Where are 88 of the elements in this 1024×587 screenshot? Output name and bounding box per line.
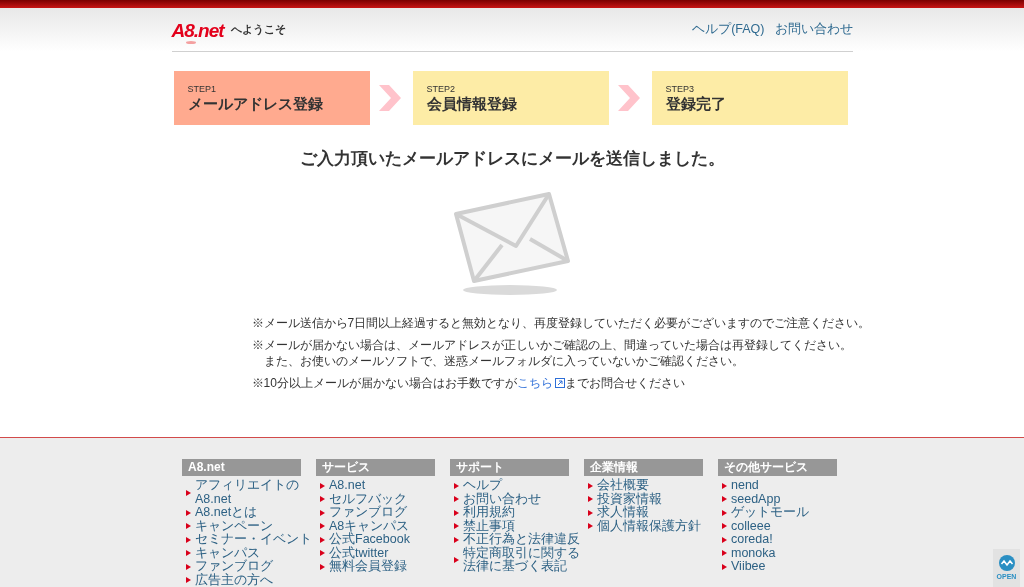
footer-link[interactable]: 会社概要 — [597, 479, 716, 493]
triangle-bullet-icon — [722, 523, 727, 530]
triangle-bullet-icon — [454, 509, 459, 516]
header-link[interactable]: ヘルプ(FAQ) — [692, 21, 765, 38]
footer-link[interactable]: monoka — [731, 546, 850, 560]
footer-link[interactable]: A8.netとは — [195, 506, 314, 520]
triangle-bullet-icon — [186, 489, 191, 496]
triangle-bullet-icon — [588, 509, 593, 516]
logo[interactable]: A8.net — [171, 19, 226, 44]
triangle-bullet-icon — [320, 523, 325, 530]
triangle-bullet-icon — [454, 557, 459, 563]
triangle-bullet-icon — [320, 496, 325, 503]
step-label: STEP2 — [426, 84, 456, 95]
triangle-bullet-icon — [186, 577, 191, 584]
triangle-bullet-icon — [320, 563, 325, 570]
footer-link[interactable]: 禁止事項 — [463, 519, 582, 533]
footer-link[interactable]: お問い合わせ — [463, 492, 582, 506]
footer-link[interactable]: 求人情報 — [597, 506, 716, 520]
triangle-bullet-icon — [454, 536, 459, 543]
footer-link[interactable]: nend — [731, 479, 850, 493]
footer-heading: A8.net — [182, 459, 301, 476]
chevron-icon — [617, 85, 640, 111]
footer-link[interactable]: キャンパス — [195, 546, 314, 560]
triangle-bullet-icon — [320, 482, 325, 489]
step-title: メールアドレス登録 — [187, 95, 324, 113]
note-text: また、お使いのメールソフトで、迷惑メールフォルダに入っていないかご確認ください。 — [262, 353, 744, 369]
triangle-bullet-icon — [722, 563, 727, 570]
step-label: STEP1 — [187, 84, 217, 95]
envelope-icon — [452, 189, 572, 297]
footer-link[interactable]: 無料会員登録 — [329, 560, 448, 574]
footer-link[interactable]: 広告主の方へ — [195, 573, 314, 587]
triangle-bullet-icon — [722, 509, 727, 516]
external-link-icon — [554, 378, 565, 388]
step-label: STEP3 — [665, 84, 695, 95]
footer-link[interactable]: A8.net — [329, 479, 448, 493]
step-title: 登録完了 — [665, 95, 727, 113]
wave-circle-icon — [998, 555, 1015, 571]
note-text: ※10分以上メールが届かない場合はお手数ですがこちら までお問合せください — [251, 375, 685, 391]
triangle-bullet-icon — [186, 523, 191, 530]
triangle-bullet-icon — [186, 550, 191, 557]
footer-link[interactable]: 公式twitter — [329, 546, 448, 560]
note-text: ※メール送信から7日間以上経過すると無効となり、再度登録していただく必要がございますのでご注意ください。 — [251, 315, 871, 331]
header-link[interactable]: お問い合わせ — [774, 21, 853, 38]
footer-link[interactable]: ゲットモール — [731, 506, 850, 520]
triangle-bullet-icon — [454, 496, 459, 503]
step-title: 会員情報登録 — [426, 95, 518, 113]
triangle-bullet-icon — [588, 496, 593, 503]
triangle-bullet-icon — [722, 536, 727, 543]
footer-heading: その他サービス — [718, 459, 837, 476]
footer-heading: サポート — [450, 459, 569, 476]
footer-link[interactable]: A8キャンパス — [329, 519, 448, 533]
triangle-bullet-icon — [320, 536, 325, 543]
triangle-bullet-icon — [722, 496, 727, 503]
footer-link[interactable]: ヘルプ — [463, 479, 582, 493]
triangle-bullet-icon — [722, 550, 727, 557]
footer-link[interactable]: 不正行為と法律違反 — [463, 533, 582, 547]
inquiry-link[interactable]: こちら — [516, 375, 565, 391]
footer-link[interactable]: seedApp — [731, 492, 850, 506]
footer-link[interactable]: colleee — [731, 519, 850, 533]
triangle-bullet-icon — [320, 550, 325, 557]
footer-link[interactable]: セルフバック — [329, 492, 448, 506]
footer-heading: サービス — [316, 459, 435, 476]
footer-link[interactable]: Viibee — [731, 560, 850, 574]
footer-link[interactable]: 公式Facebook — [329, 533, 448, 547]
triangle-bullet-icon — [320, 509, 325, 516]
triangle-bullet-icon — [186, 509, 191, 516]
footer-link[interactable]: ファンブログ — [195, 560, 314, 574]
triangle-bullet-icon — [186, 563, 191, 570]
message-heading: ご入力頂いたメールアドレスにメールを送信しました。 — [298, 148, 726, 170]
welcome-text: へようこそ — [230, 22, 286, 37]
footer-link[interactable]: 投資家情報 — [597, 492, 716, 506]
triangle-bullet-icon — [454, 523, 459, 530]
chevron-icon — [378, 85, 401, 111]
triangle-bullet-icon — [588, 523, 593, 530]
footer-link[interactable]: coreda! — [731, 533, 850, 547]
triangle-bullet-icon — [722, 482, 727, 489]
footer-heading: 企業情報 — [584, 459, 703, 476]
footer-link[interactable]: アフィリエイトのA8.net — [195, 479, 314, 506]
triangle-bullet-icon — [588, 482, 593, 489]
footer-link[interactable]: 特定商取引に関する法律に基づく表記 — [463, 546, 582, 574]
triangle-bullet-icon — [186, 536, 191, 543]
triangle-bullet-icon — [454, 482, 459, 489]
footer-link[interactable]: キャンペーン — [195, 519, 314, 533]
footer-link[interactable]: 個人情報保護方針 — [597, 519, 716, 533]
footer-link[interactable]: 利用規約 — [463, 506, 582, 520]
footer-link[interactable]: ファンブログ — [329, 506, 448, 520]
note-text: ※メールが届かない場合は、メールアドレスが正しいかご確認の上、間違っていた場合は再登録してください。 — [251, 337, 852, 353]
footer-link[interactable]: セミナー・イベント — [195, 533, 314, 547]
